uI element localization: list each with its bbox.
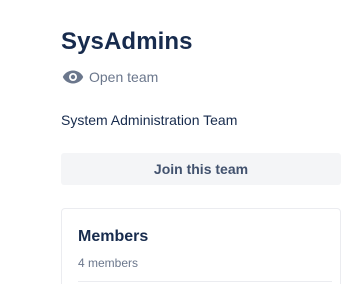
- visibility-label: Open team: [89, 69, 159, 85]
- team-title: SysAdmins: [61, 28, 193, 55]
- team-profile-page: SysAdmins Open team System Administratio…: [0, 0, 351, 284]
- eye-icon: [62, 67, 84, 87]
- members-card: Members 4 members: [61, 208, 341, 284]
- team-description: System Administration Team: [61, 112, 238, 128]
- join-team-button[interactable]: Join this team: [61, 153, 341, 185]
- members-divider: [78, 281, 332, 282]
- members-count: 4 members: [78, 256, 139, 270]
- team-visibility: Open team: [62, 67, 158, 87]
- members-heading: Members: [78, 228, 149, 245]
